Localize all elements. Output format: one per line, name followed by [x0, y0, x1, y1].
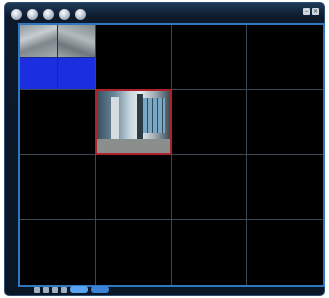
camera-cell-10[interactable]	[95, 155, 172, 220]
window-controls: – ×	[303, 8, 319, 15]
camera-cell-13[interactable]	[20, 220, 96, 285]
minimize-button[interactable]: –	[303, 8, 310, 15]
camera-cell-5[interactable]	[20, 90, 96, 155]
layout-4x4-button[interactable]	[61, 286, 67, 293]
camera-grid	[20, 25, 323, 285]
camera-cell-14[interactable]	[95, 220, 172, 285]
camera-cell-7[interactable]	[171, 90, 248, 155]
camera-cell-16[interactable]	[247, 220, 323, 285]
power-icon[interactable]	[75, 8, 86, 20]
camera-cell-9[interactable]	[20, 155, 96, 220]
dvr-client-window: – ×	[4, 2, 325, 296]
camera-cell-11[interactable]	[171, 155, 248, 220]
camera-cell-3[interactable]	[171, 25, 248, 90]
tab-live[interactable]	[70, 286, 88, 293]
toolbar	[11, 7, 86, 21]
camera-cell-12[interactable]	[247, 155, 323, 220]
no-signal-panel-1d[interactable]	[57, 57, 95, 89]
camera-cell-6-selected[interactable]	[94, 89, 172, 155]
feed-floor	[96, 139, 170, 153]
camera-cell-2[interactable]	[95, 25, 172, 90]
close-button[interactable]: ×	[312, 8, 319, 15]
settings-icon[interactable]	[59, 8, 70, 20]
camera-cell-1[interactable]	[20, 25, 96, 90]
camera-grid-frame	[18, 23, 325, 287]
camera-cell-4[interactable]	[247, 25, 323, 90]
multi-camera-subview	[20, 25, 95, 89]
camera-feed-1b[interactable]	[57, 25, 95, 57]
bottom-bar	[34, 286, 109, 293]
playback-icon[interactable]	[43, 8, 54, 20]
selected-camera-feed[interactable]	[94, 89, 172, 155]
camera-cell-8[interactable]	[247, 90, 323, 155]
camera-feed-1a[interactable]	[20, 25, 57, 57]
layout-2x2-button[interactable]	[43, 286, 49, 293]
feed-window	[143, 98, 166, 133]
layout-1x1-button[interactable]	[34, 286, 40, 293]
layout-3x3-button[interactable]	[52, 286, 58, 293]
no-signal-panel-1c[interactable]	[20, 57, 57, 89]
camera-icon[interactable]	[11, 8, 22, 20]
camera-cell-15[interactable]	[171, 220, 248, 285]
tab-playback[interactable]	[91, 286, 109, 293]
record-icon[interactable]	[27, 8, 38, 20]
